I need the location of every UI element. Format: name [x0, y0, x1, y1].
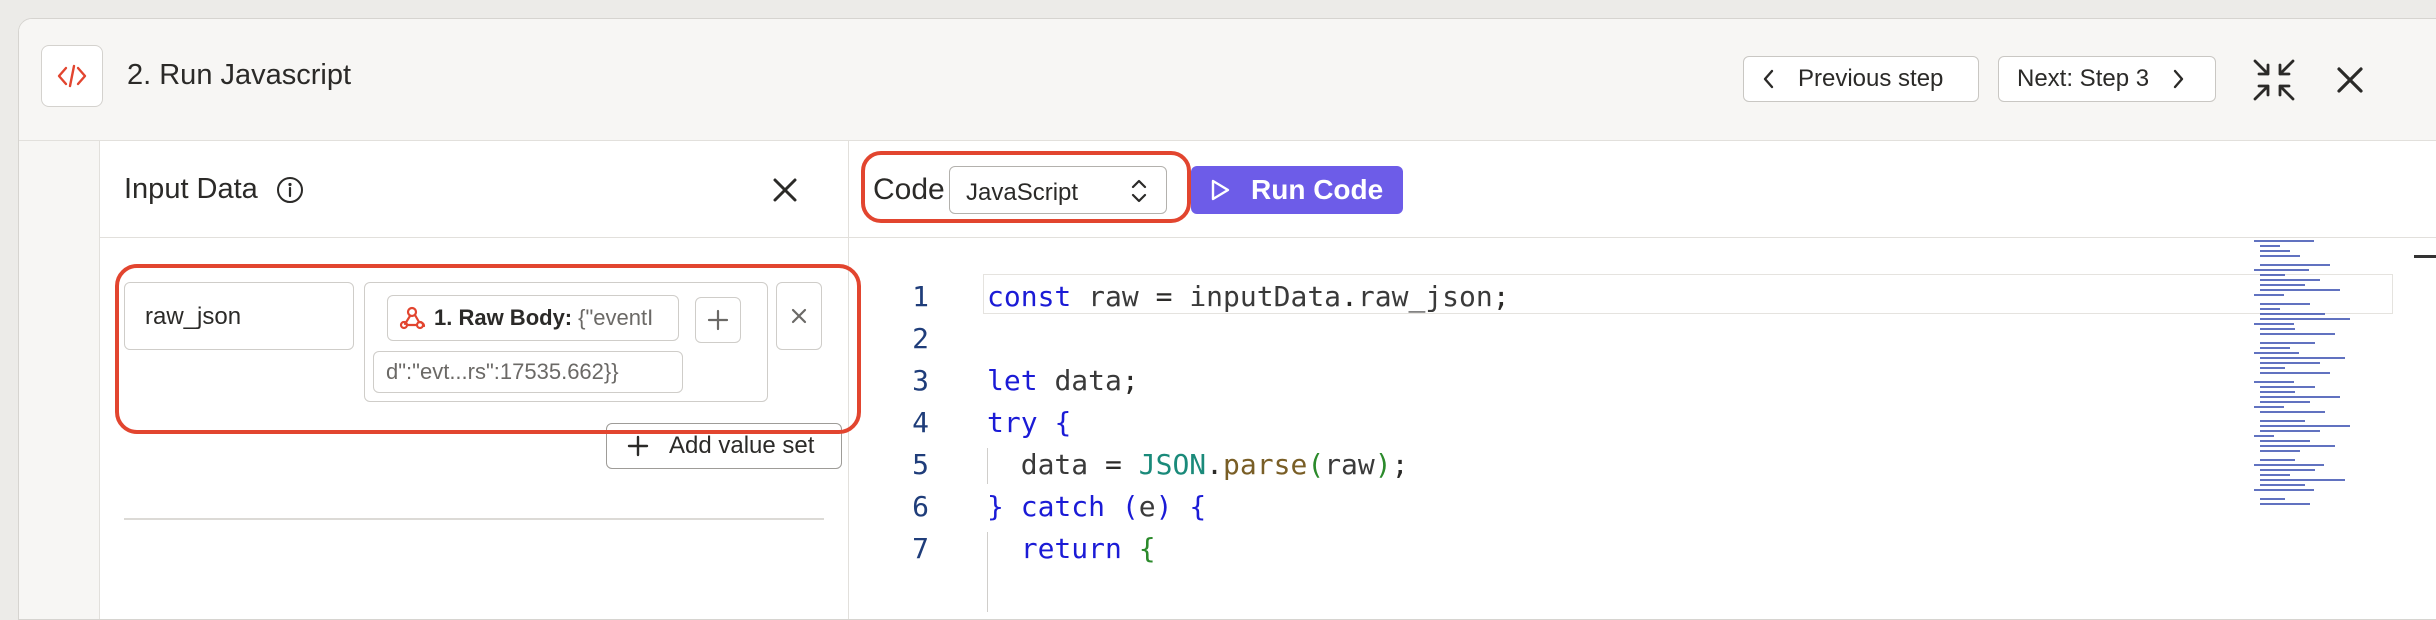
code-line: 1 const raw = inputData.raw_json;: [849, 274, 2436, 322]
minimap-line: [2260, 250, 2290, 252]
minimap-line: [2254, 406, 2284, 408]
next-step-label: Next: Step 3: [2017, 65, 2150, 92]
code-line: 5 data = JSON.parse(raw);: [849, 448, 2436, 490]
minimap-line: [2260, 411, 2325, 413]
plus-icon: [627, 435, 649, 457]
step-title: 2. Run Javascript: [127, 59, 352, 91]
collapse-icon[interactable]: [2251, 57, 2297, 103]
line-number: 7: [912, 532, 929, 565]
minimap-line: [2260, 284, 2305, 286]
minimap-line: [2254, 269, 2309, 271]
minimap-line: [2260, 391, 2295, 393]
minimap-line: [2260, 357, 2345, 359]
divider: [124, 518, 824, 520]
code-line: 3 let data;: [849, 364, 2436, 406]
minimap-line: [2260, 401, 2310, 403]
minimap-line: [2254, 381, 2294, 383]
line-code: try {: [987, 406, 1072, 439]
minimap-line: [2254, 464, 2324, 466]
code-language-highlight-box: [861, 151, 1191, 223]
line-number: 6: [912, 490, 929, 523]
minimap-line: [2260, 469, 2315, 471]
minimap-line: [2260, 503, 2310, 505]
line-code: const raw = inputData.raw_json;: [987, 280, 1510, 313]
minimap-line: [2260, 245, 2280, 247]
code-line: 6 } catch (e) {: [849, 490, 2436, 532]
code-line: 7 return {: [849, 532, 2436, 574]
add-value-set-label: Add value set: [669, 432, 815, 459]
minimap-line: [2260, 362, 2320, 364]
minimap-line: [2260, 396, 2340, 398]
minimap-line: [2254, 489, 2314, 491]
minimap-line: [2254, 294, 2284, 296]
line-code: data = JSON.parse(raw);: [1020, 448, 1409, 481]
line-number: 5: [912, 448, 929, 481]
modal-header: 2. Run Javascript Previous step Next: St…: [19, 19, 2436, 141]
chevron-left-icon: [1763, 69, 1774, 89]
minimap-line: [2260, 386, 2315, 388]
input-highlight-box: [115, 264, 861, 434]
code-editor[interactable]: 1 const raw = inputData.raw_json; 2 3 le…: [849, 238, 2436, 619]
minimap-line: [2260, 430, 2320, 432]
input-data-header: Input Data: [100, 141, 848, 238]
minimap-line: [2260, 445, 2335, 447]
line-number: 2: [912, 322, 929, 355]
minimap-line: [2260, 367, 2285, 369]
minimap-line: [2260, 264, 2330, 266]
minimap-line: [2260, 479, 2345, 481]
minimap-line: [2260, 498, 2285, 500]
minimap-line: [2260, 328, 2295, 330]
minimap-line: [2260, 459, 2295, 461]
previous-step-button[interactable]: Previous step: [1743, 56, 1979, 102]
line-number: 4: [912, 406, 929, 439]
run-code-label: Run Code: [1251, 174, 1384, 205]
minimap-line: [2260, 420, 2305, 422]
chevron-right-icon: [2173, 69, 2184, 89]
code-icon: [57, 64, 87, 88]
minimap-line: [2260, 440, 2310, 442]
minimap-line: [2260, 474, 2290, 476]
left-rail: [19, 141, 100, 619]
minimap-line: [2260, 318, 2350, 320]
minimap-line: [2260, 313, 2325, 315]
scroll-position-marker[interactable]: [2414, 255, 2436, 258]
minimap-line: [2260, 372, 2330, 374]
minimap-line: [2260, 274, 2285, 276]
line-number: 1: [912, 280, 929, 313]
indent-guide: [987, 532, 988, 612]
minimap-line: [2254, 323, 2294, 325]
line-code: } catch (e) {: [987, 490, 1207, 523]
next-step-button[interactable]: Next: Step 3: [1998, 56, 2216, 102]
minimap-line: [2254, 352, 2299, 354]
minimap-line: [2260, 308, 2280, 310]
close-icon[interactable]: [2331, 61, 2369, 99]
minimap-line: [2260, 425, 2350, 427]
minimap-line: [2254, 435, 2274, 437]
run-code-button[interactable]: Run Code: [1191, 166, 1403, 214]
minimap-line: [2260, 342, 2315, 344]
code-line: 2: [849, 322, 2436, 364]
input-data-title: Input Data: [124, 173, 258, 205]
play-icon: [1211, 179, 1230, 201]
line-code: return {: [1020, 532, 1156, 565]
info-icon[interactable]: [275, 175, 305, 205]
line-code: let data;: [987, 364, 1139, 397]
minimap-line: [2254, 240, 2314, 242]
minimap-line: [2260, 347, 2290, 349]
previous-step-label: Previous step: [1798, 65, 1944, 92]
indent-guide: [987, 448, 988, 484]
minimap-line: [2260, 255, 2300, 257]
minimap-line: [2260, 333, 2335, 335]
minimap-line: [2260, 450, 2300, 452]
code-line: 4 try {: [849, 406, 2436, 448]
code-step-icon: [41, 45, 103, 107]
minimap-line: [2260, 484, 2305, 486]
step-modal: 2. Run Javascript Previous step Next: St…: [18, 18, 2436, 620]
minimap-line: [2260, 289, 2340, 291]
close-panel-icon[interactable]: [770, 175, 800, 205]
minimap-line: [2260, 279, 2320, 281]
line-number: 3: [912, 364, 929, 397]
minimap-line: [2260, 303, 2310, 305]
code-minimap[interactable]: [2254, 238, 2394, 538]
